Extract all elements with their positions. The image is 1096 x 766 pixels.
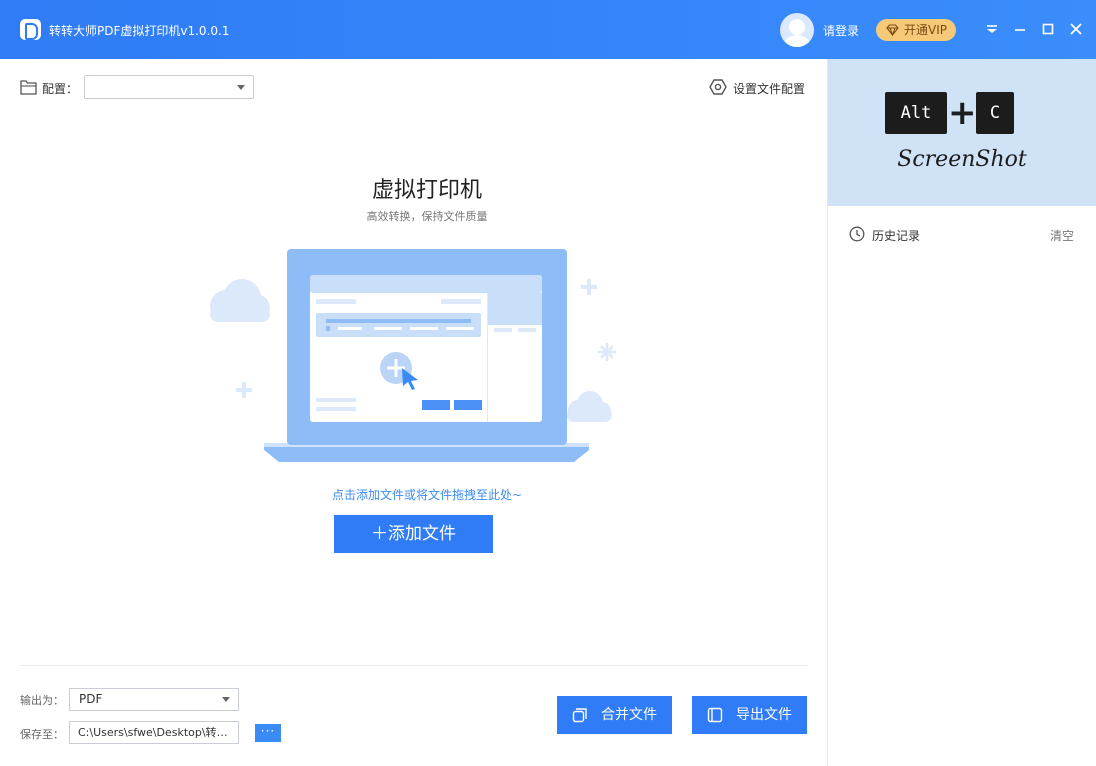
drop-hint[interactable]: 点击添加文件或将文件拖拽至此处~ bbox=[0, 486, 854, 503]
minimize-icon bbox=[1015, 29, 1025, 31]
history-label: 历史记录 bbox=[872, 229, 921, 243]
vip-label: 开通VIP bbox=[904, 23, 947, 37]
menu-chevron-icon bbox=[987, 25, 997, 33]
app-title: 转转大师PDF虚拟打印机v1.0.0.1 bbox=[49, 24, 230, 38]
divider bbox=[20, 665, 808, 666]
avatar[interactable] bbox=[780, 13, 814, 47]
page-subtitle: 高效转换，保持文件质量 bbox=[366, 210, 488, 223]
app-logo-icon bbox=[20, 19, 41, 40]
save-path-field[interactable]: C:\Users\sfwe\Desktop\转转... bbox=[69, 721, 239, 744]
chevron-down-icon bbox=[237, 85, 245, 90]
page-title: 虚拟打印机 bbox=[371, 178, 482, 203]
export-icon bbox=[707, 707, 723, 723]
cloud-icon bbox=[210, 279, 270, 322]
merge-icon bbox=[572, 708, 587, 723]
menu-dropdown-button[interactable] bbox=[983, 20, 1001, 38]
gear-icon bbox=[709, 79, 727, 95]
chevron-down-icon bbox=[222, 697, 230, 702]
snowflake-icon bbox=[598, 343, 616, 361]
app-window: 转转大师PDF虚拟打印机v1.0.0.1 请登录 开通VIP 配置： 设置文件配… bbox=[0, 0, 1096, 766]
sparkle-icon bbox=[236, 382, 252, 398]
screenshot-banner[interactable]: Alt + C ScreenShot bbox=[828, 59, 1096, 206]
output-format-value: PDF bbox=[79, 692, 103, 706]
output-format-label: 输出为： bbox=[20, 694, 64, 707]
save-path-label: 保存至： bbox=[20, 728, 64, 741]
browse-button[interactable]: ··· bbox=[255, 724, 281, 742]
minimize-button[interactable] bbox=[1011, 20, 1029, 38]
output-format-select[interactable]: PDF bbox=[69, 688, 239, 711]
title-bar: 转转大师PDF虚拟打印机v1.0.0.1 请登录 开通VIP bbox=[0, 0, 1096, 59]
vip-button[interactable]: 开通VIP bbox=[876, 19, 956, 41]
config-select[interactable] bbox=[84, 75, 254, 99]
cloud-icon bbox=[567, 391, 612, 422]
clear-history-button[interactable]: 清空 bbox=[1050, 227, 1074, 244]
add-file-button[interactable]: ＋添加文件 bbox=[334, 515, 493, 553]
export-files-button[interactable]: 导出文件 bbox=[692, 696, 807, 734]
config-label: 配置： bbox=[42, 82, 79, 96]
file-config-settings-label: 设置文件配置 bbox=[733, 82, 806, 96]
drop-zone-illustration[interactable] bbox=[200, 240, 630, 470]
diamond-icon bbox=[886, 24, 899, 36]
screenshot-text: ScreenShot bbox=[897, 147, 1027, 172]
merge-files-button[interactable]: 合并文件 bbox=[557, 696, 672, 734]
folder-config-icon bbox=[20, 80, 37, 95]
export-files-label: 导出文件 bbox=[736, 707, 792, 723]
merge-files-label: 合并文件 bbox=[601, 707, 657, 723]
sparkle-icon bbox=[581, 279, 597, 295]
key-alt: Alt bbox=[885, 92, 947, 134]
maximize-icon bbox=[1042, 23, 1054, 35]
clock-icon bbox=[849, 226, 865, 242]
login-link[interactable]: 请登录 bbox=[823, 22, 859, 39]
maximize-button[interactable] bbox=[1039, 20, 1057, 38]
key-plus: + bbox=[948, 93, 977, 133]
close-icon bbox=[1070, 23, 1082, 35]
close-button[interactable] bbox=[1067, 20, 1085, 38]
key-c: C bbox=[976, 92, 1014, 134]
right-panel: Alt + C ScreenShot 历史记录 清空 bbox=[827, 59, 1096, 766]
